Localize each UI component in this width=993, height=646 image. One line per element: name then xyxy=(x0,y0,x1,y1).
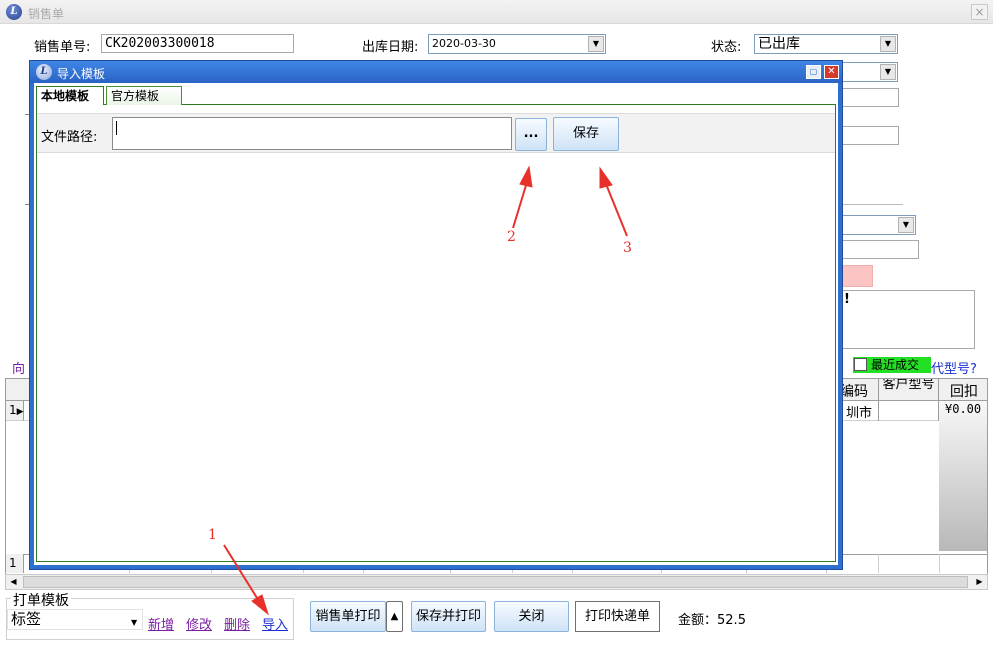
arrow-2-line xyxy=(512,181,528,229)
annotation-1-label: 1 xyxy=(208,527,217,543)
annotation-3-label: 3 xyxy=(623,240,632,256)
arrow-3-head-icon xyxy=(599,166,613,189)
annotation-overlay xyxy=(223,165,628,616)
arrow-3-line xyxy=(605,183,628,237)
annotation-2-label: 2 xyxy=(507,229,516,245)
arrow-2-head-icon xyxy=(519,165,533,188)
arrow-1-line xyxy=(223,544,263,607)
arrow-1-head-icon xyxy=(251,594,269,616)
